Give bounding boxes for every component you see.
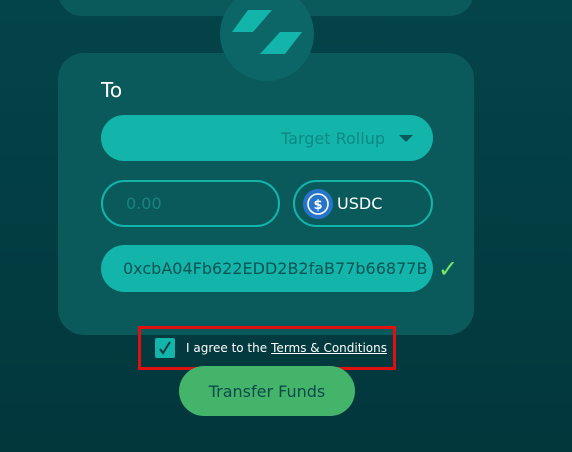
amount-input[interactable] <box>124 193 268 214</box>
terms-conditions-link[interactable]: Terms & Conditions <box>271 341 387 355</box>
target-rollup-value: Target Rollup <box>281 128 385 148</box>
transfer-funds-button[interactable]: Transfer Funds <box>179 366 355 416</box>
bridge-page: To Target Rollup $ USDC ✓ I agree to the… <box>0 0 572 452</box>
amount-field[interactable] <box>101 180 280 227</box>
recipient-address-field[interactable] <box>101 245 433 292</box>
terms-prefix-text: I agree to the <box>186 341 268 355</box>
chevron-down-icon <box>399 134 413 142</box>
svg-text:$: $ <box>313 198 322 213</box>
bridge-logo-icon <box>230 6 304 62</box>
recipient-address-input[interactable] <box>121 258 429 279</box>
token-select[interactable]: $ USDC <box>293 180 433 227</box>
usdc-icon: $ <box>303 188 333 219</box>
target-rollup-select[interactable]: Target Rollup <box>101 115 433 161</box>
terms-agreement-row: I agree to the Terms & Conditions <box>138 326 396 370</box>
terms-checkbox[interactable] <box>155 338 175 358</box>
checkmark-icon: ✓ <box>438 255 459 283</box>
to-section-title: To <box>101 78 123 102</box>
token-symbol: USDC <box>337 194 383 213</box>
checkbox-check-icon <box>159 341 171 355</box>
